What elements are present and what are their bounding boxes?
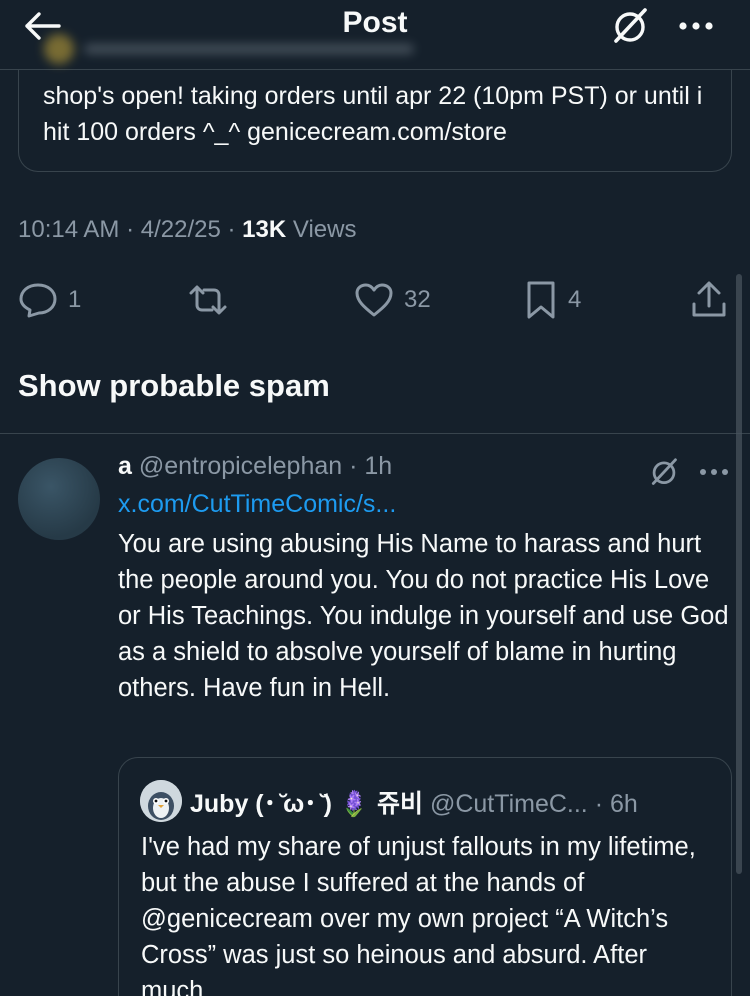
quote-time[interactable]: 6h bbox=[610, 790, 638, 818]
post-date: 4/22/25 bbox=[140, 216, 221, 243]
top-bar: Post bbox=[0, 0, 750, 70]
reply-button[interactable]: 1 bbox=[18, 278, 81, 322]
post-time: 10:14 AM bbox=[18, 216, 120, 243]
share-icon bbox=[692, 281, 726, 317]
quote-author-handle[interactable]: @CutTimeC... bbox=[430, 790, 588, 818]
bookmark-icon bbox=[527, 281, 555, 319]
show-probable-spam-button[interactable]: Show probable spam bbox=[18, 368, 330, 404]
repost-button[interactable] bbox=[186, 278, 240, 322]
avatar[interactable] bbox=[140, 780, 182, 822]
more-horizontal-icon bbox=[700, 469, 728, 475]
post-meta: 10:14 AM · 4/22/25 · 13K Views bbox=[18, 216, 357, 243]
reply-link[interactable]: x.com/CutTimeComic/s... bbox=[118, 490, 396, 519]
reply-more-button[interactable] bbox=[694, 458, 734, 486]
avatar[interactable] bbox=[18, 458, 100, 540]
bookmark-button[interactable]: 4 bbox=[524, 278, 581, 322]
more-horizontal-icon bbox=[679, 22, 713, 30]
divider bbox=[0, 433, 750, 434]
grok-icon bbox=[614, 8, 647, 43]
grok-icon bbox=[651, 458, 677, 485]
heart-icon bbox=[355, 283, 393, 317]
quote-header: Juby (･ ̆ω･ ̆) 🪻 쥬비 @CutTimeC... · 6h bbox=[190, 790, 638, 818]
reply-time[interactable]: 1h bbox=[364, 452, 392, 480]
bookmark-count: 4 bbox=[568, 286, 582, 313]
reply-header: a @entropicelephan · 1h bbox=[118, 452, 393, 480]
reply-author-handle[interactable]: @entropicelephan bbox=[139, 452, 342, 480]
quote-author-name[interactable]: Juby (･ ̆ω･ ̆) 🪻 쥬비 bbox=[190, 790, 423, 818]
scrollbar[interactable] bbox=[736, 274, 742, 874]
quoted-post-text: shop's open! taking orders until apr 22 … bbox=[43, 82, 703, 146]
comment-icon bbox=[19, 283, 57, 318]
penguin-avatar-icon bbox=[140, 780, 182, 822]
repost-icon bbox=[189, 285, 227, 315]
share-button[interactable] bbox=[690, 278, 728, 322]
views-label: Views bbox=[292, 216, 357, 243]
views-count: 13K bbox=[242, 216, 287, 243]
reply-count: 1 bbox=[68, 286, 82, 313]
grok-button[interactable] bbox=[606, 4, 654, 48]
reply-grok-button[interactable] bbox=[646, 454, 682, 490]
reply-text: You are using abusing His Name to harass… bbox=[118, 530, 729, 702]
like-count: 32 bbox=[404, 286, 431, 313]
post-actions: 1 32 4 bbox=[0, 270, 750, 330]
more-options-button[interactable] bbox=[672, 8, 720, 44]
quote-text: I've had my share of unjust fallouts in … bbox=[141, 833, 696, 996]
like-button[interactable]: 32 bbox=[354, 278, 431, 322]
reply-author-name[interactable]: a bbox=[118, 452, 132, 480]
